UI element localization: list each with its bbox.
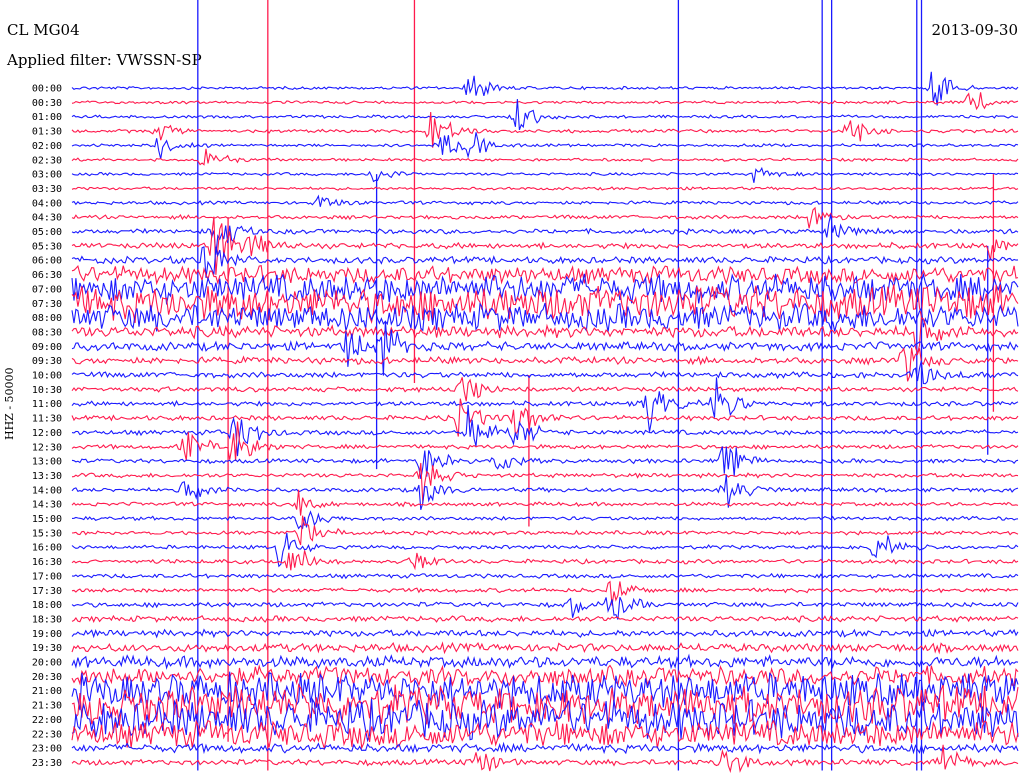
trace-row-1430 [71,489,1019,516]
row-tick-label: 13:00 [32,457,62,468]
row-tick-label: 23:30 [32,758,62,769]
row-tick-label: 21:00 [32,686,62,697]
row-tick-label: 20:30 [32,672,62,683]
row-tick-label: 02:00 [32,141,62,152]
row-tick-label: 10:00 [32,371,62,382]
row-tick-label: 19:00 [32,629,62,640]
row-tick-label: 17:00 [32,571,62,582]
row-tick-label: 03:30 [32,184,62,195]
trace-row-0230 [71,148,1019,166]
row-tick-label: 06:30 [32,270,62,281]
row-tick-label: 09:00 [32,342,62,353]
trace-row-1730 [71,580,1019,606]
trace-row-0530 [71,216,1019,275]
row-tick-label: 19:30 [32,643,62,654]
row-tick-label: 00:00 [32,84,62,95]
trace-row-1100 [71,377,1019,432]
trace-row-0030 [71,92,1019,111]
row-tick-label: 06:00 [32,256,62,267]
helicorder-page: CL MG04 Applied filter: VWSSN-SP 2013-09… [0,0,1024,780]
row-tick-label: 15:00 [32,514,62,525]
trace-row-2300 [71,741,1019,755]
trace-row-1400 [71,474,1019,510]
row-tick-label: 13:30 [32,471,62,482]
row-tick-label: 20:00 [32,658,62,669]
row-tick-label: 17:30 [32,586,62,597]
trace-row-0300 [71,166,1019,183]
row-tick-label: 11:30 [32,414,62,425]
trace-row-0200 [71,132,1019,159]
row-tick-label: 14:00 [32,485,62,496]
trace-row-1030 [71,377,1019,402]
row-tick-label: 12:30 [32,442,62,453]
trace-row-0100 [71,99,1019,131]
trace-row-0400 [71,194,1019,207]
row-tick-label: 18:30 [32,614,62,625]
row-tick-label: 08:00 [32,313,62,324]
row-tick-label: 10:30 [32,385,62,396]
trace-row-2030 [71,664,1019,688]
trace-row-1500 [71,510,1019,530]
row-tick-label: 01:30 [32,127,62,138]
row-tick-label: 04:30 [32,213,62,224]
row-tick-label: 08:30 [32,327,62,338]
row-tick-label: 16:30 [32,557,62,568]
row-tick-label: 01:00 [32,112,62,123]
row-tick-label: 14:30 [32,500,62,511]
row-tick-label: 22:00 [32,715,62,726]
row-tick-label: 05:00 [32,227,62,238]
row-tick-label: 07:30 [32,299,62,310]
trace-row-1700 [71,572,1019,580]
helicorder-plot: 00:00 00:30 01:00 01:30 02:00 02:30 03:00 03:30… [32,0,1019,774]
row-tick-label: 09:30 [32,356,62,367]
trace-row-1900 [71,628,1019,639]
trace-row-1830 [71,614,1019,623]
trace-row-2000 [71,653,1019,670]
trace-row-0000 [71,71,1019,106]
trace-row-1800 [71,596,1019,620]
row-tick-label: 00:30 [32,98,62,109]
row-tick-label: 02:30 [32,155,62,166]
row-tick-label: 03:00 [32,170,62,181]
trace-row-1930 [71,641,1019,655]
row-tick-label: 07:00 [32,284,62,295]
trace-row-1330 [71,462,1019,504]
row-tick-label: 23:00 [32,744,62,755]
row-tick-label: 12:00 [32,428,62,439]
trace-row-1530 [71,515,1019,546]
row-tick-label: 15:30 [32,528,62,539]
row-tick-label: 05:30 [32,241,62,252]
row-tick-label: 11:00 [32,399,62,410]
row-tick-label: 16:00 [32,543,62,554]
row-tick-label: 21:30 [32,701,62,712]
row-tick-label: 18:00 [32,600,62,611]
row-tick-label: 04:00 [32,198,62,209]
trace-row-0330 [71,186,1019,191]
row-tick-label: 22:30 [32,729,62,740]
trace-row-1230 [71,421,1019,461]
